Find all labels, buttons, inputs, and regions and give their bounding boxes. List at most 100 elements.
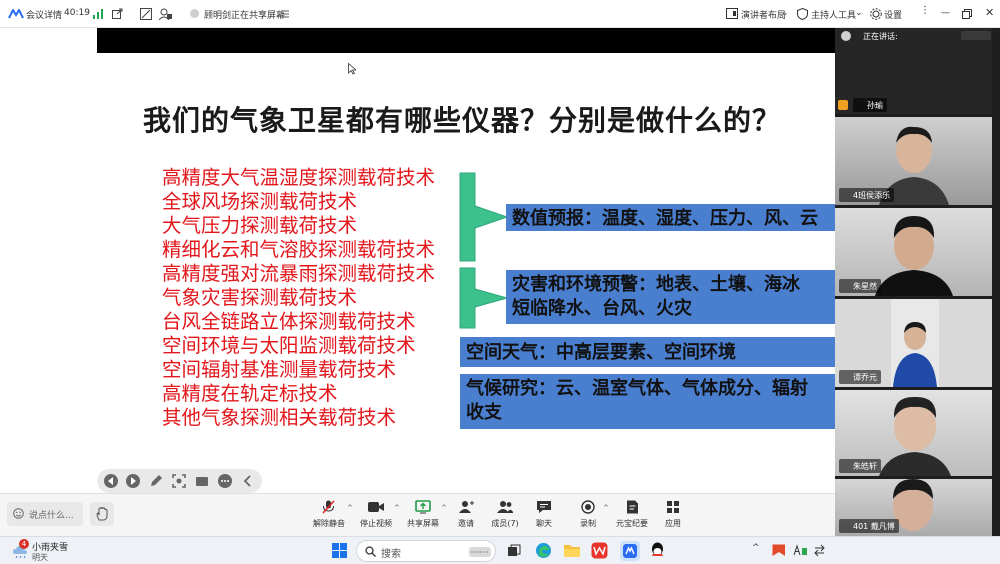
host-tools-button[interactable]: 主持人工具 — [811, 8, 856, 21]
file-explorer-icon[interactable] — [563, 543, 581, 558]
stop-video-button[interactable]: 停止视频 — [354, 500, 398, 529]
settings-button[interactable]: 设置 — [884, 8, 902, 21]
apps-label: 应用 — [665, 519, 681, 528]
chevron-down-icon[interactable]: ⌄ — [781, 8, 789, 18]
search-highlight-icon — [469, 547, 491, 557]
unmute-label: 解除静音 — [313, 519, 345, 528]
apps-button[interactable]: 应用 — [651, 500, 695, 529]
more-menu-icon[interactable]: ⋮ — [920, 5, 930, 16]
shield-icon[interactable] — [797, 8, 808, 20]
members-icon — [497, 501, 513, 513]
ime-icon[interactable] — [793, 544, 808, 557]
chat-button[interactable]: 聊天 — [522, 500, 566, 529]
pen-icon[interactable] — [148, 473, 164, 489]
chat-label: 聊天 — [536, 519, 552, 528]
collapse-toolbar-icon[interactable] — [240, 473, 256, 489]
sharing-status-text: 顾明剑正在共享屏幕 — [204, 11, 286, 21]
sharer-avatar — [190, 9, 199, 18]
participant-video-icon — [879, 396, 951, 476]
layout-icon[interactable] — [726, 8, 738, 19]
gear-icon[interactable] — [870, 8, 882, 20]
participant-video-icon — [875, 216, 953, 296]
slide-top-bar — [97, 28, 835, 53]
speaker-avatar — [841, 31, 851, 41]
weather-badge: 4 — [19, 539, 29, 549]
speaking-label: 正在讲话: — [863, 32, 898, 41]
taskbar-search-box[interactable]: 搜索 — [356, 540, 496, 562]
more-options-icon[interactable] — [217, 473, 233, 489]
members-button[interactable]: 成员(7) — [483, 500, 527, 529]
chevron-up-icon[interactable]: ^ — [394, 504, 400, 512]
app-logo-icon — [8, 9, 24, 19]
previous-slide-icon[interactable] — [103, 473, 119, 489]
invite-icon — [459, 501, 474, 513]
participant-name: 朱星然 — [839, 279, 881, 293]
chevron-up-icon[interactable]: ^ — [347, 504, 353, 512]
windows-start-icon[interactable] — [332, 543, 347, 558]
zoom-icon[interactable] — [171, 473, 187, 489]
grid-view-icon[interactable] — [140, 8, 152, 20]
qq-icon[interactable] — [650, 542, 665, 559]
user-badge-icon — [838, 100, 848, 110]
participant-video-tile[interactable]: 401 戴凡博 — [835, 479, 992, 536]
restore-icon[interactable] — [962, 9, 972, 19]
raise-hand-button[interactable] — [90, 502, 114, 526]
participant-video-tile[interactable]: 4班侯添乐 — [835, 117, 992, 205]
emoji-icon[interactable] — [13, 508, 24, 519]
participant-video-tile[interactable]: 谭乔元 — [835, 299, 992, 387]
payload-technology-list: 高精度大气温湿度探测载荷技术 全球风场探测载荷技术 大气压力探测载荷技术 精细化… — [162, 166, 435, 430]
apps-icon — [667, 501, 679, 513]
popout-icon[interactable] — [112, 8, 123, 19]
participant-name: 4班侯添乐 — [839, 188, 895, 202]
chevron-up-icon[interactable]: ^ — [603, 504, 609, 512]
chat-placeholder: 说点什么... — [29, 511, 74, 521]
tencent-meeting-icon[interactable] — [620, 541, 640, 561]
meeting-details-link[interactable]: 会议详情 — [26, 8, 62, 21]
tray-overflow-icon[interactable]: ^ — [752, 543, 760, 553]
taskbar: 4 小雨夹雪 明天 搜索 ^ — [0, 536, 1000, 564]
meeting-notes-button[interactable]: 元宝纪要 — [610, 500, 654, 529]
climate-text-line2: 收支 — [466, 402, 502, 423]
chat-input[interactable]: 说点什么... — [7, 502, 83, 526]
app-tray-icon[interactable] — [772, 544, 786, 557]
share-screen-button[interactable]: 共享屏幕 — [401, 500, 445, 529]
participant-video-tile[interactable]: 朱皓轩 — [835, 390, 992, 476]
participant-name: 谭乔元 — [839, 370, 881, 384]
sharing-menu-icon[interactable] — [281, 10, 289, 18]
wps-office-icon[interactable] — [591, 542, 608, 559]
edge-browser-icon[interactable] — [535, 542, 552, 559]
use-box-climate: 气候研究：云、温室气体、气体成分、辐射 收支 — [460, 374, 835, 429]
notes-icon — [627, 500, 638, 514]
space-weather-text: 空间天气：中高层要素、空间环境 — [466, 342, 736, 363]
list-item: 气象灾害探测载荷技术 — [162, 286, 358, 309]
use-box-disaster: 灾害和环境预警：地表、土壤、海冰 短临降水、台风、火灾 — [506, 270, 835, 324]
members-label: 成员(7) — [491, 519, 519, 528]
mic-muted-icon — [322, 500, 335, 514]
participant-sidebar: 正在讲话: 孙瑜 4班侯添乐 朱星然 谭乔元 朱皓轩 401 戴凡博 — [835, 28, 1000, 536]
disaster-text-line1: 灾害和环境预警：地表、土壤、海冰 — [512, 274, 800, 295]
minimize-button[interactable]: — — [941, 8, 950, 18]
close-button[interactable]: ✕ — [985, 6, 994, 19]
screen-icon[interactable] — [194, 473, 210, 489]
forecast-text: 数值预报：温度、湿度、压力、风、云 — [512, 208, 818, 229]
participant-name: 孙瑜 — [853, 98, 887, 112]
signal-icon[interactable] — [93, 9, 103, 19]
presentation-slide: 我们的气象卫星都有哪些仪器？分别是做什么的？ 高精度大气温湿度探测载荷技术 全球… — [97, 53, 835, 493]
bracket-arrow-forecast — [459, 172, 509, 262]
record-icon — [581, 500, 595, 514]
unmute-button[interactable]: 解除静音 — [307, 500, 351, 529]
network-icon[interactable] — [814, 544, 827, 557]
list-item: 高精度大气温湿度探测载荷技术 — [162, 166, 436, 189]
use-box-space-weather: 空间天气：中高层要素、空间环境 — [460, 337, 835, 367]
next-slide-icon[interactable] — [125, 473, 141, 489]
weather-widget[interactable]: 4 小雨夹雪 明天 — [6, 539, 96, 563]
slide-toolbar — [97, 469, 262, 493]
chevron-down-icon[interactable]: ⌄ — [855, 8, 863, 18]
presenter-layout-button[interactable]: 演讲者布局 — [741, 8, 786, 21]
chat-icon — [537, 501, 551, 513]
active-speaker-tile[interactable]: 正在讲话: 孙瑜 — [835, 28, 992, 114]
participant-video-tile[interactable]: 朱星然 — [835, 208, 992, 296]
participants-view-icon[interactable] — [159, 8, 172, 20]
task-view-icon[interactable] — [507, 544, 521, 558]
invite-button[interactable]: 邀请 — [444, 500, 488, 529]
